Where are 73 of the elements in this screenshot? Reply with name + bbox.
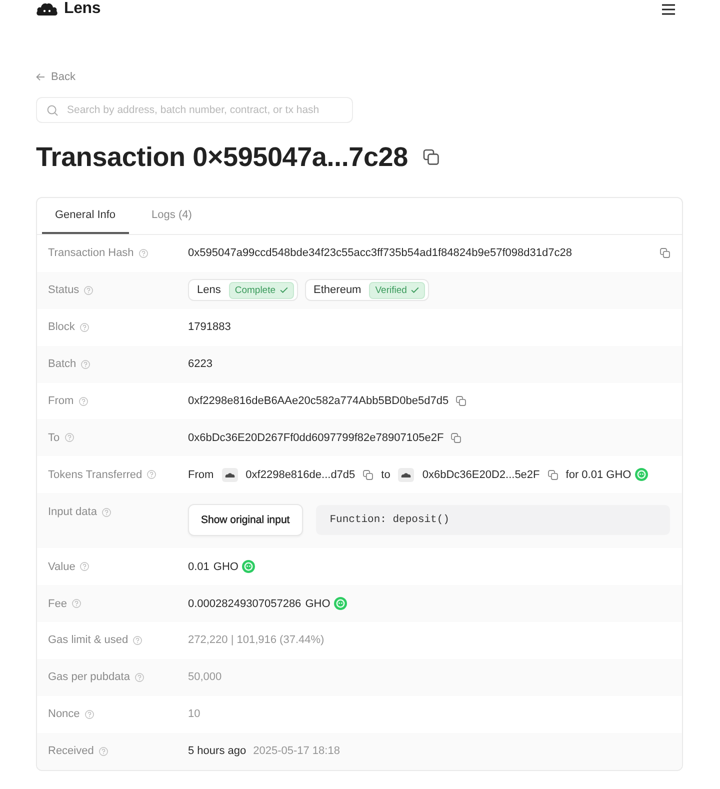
field-label: Tokens Transferred (48, 468, 142, 481)
field-label: Input data (48, 506, 97, 518)
amount-value: 0.01 (188, 560, 210, 573)
help-icon (102, 508, 111, 517)
copy-icon[interactable] (548, 470, 558, 480)
help-icon (72, 599, 81, 608)
menu-icon[interactable] (662, 4, 675, 14)
code-block: Function: deposit() (316, 505, 670, 536)
help-icon (138, 248, 148, 258)
cloud-logo-icon[interactable] (36, 2, 58, 16)
field-value: 6223 (188, 358, 212, 370)
help-icon (134, 672, 144, 682)
help-icon (80, 562, 90, 572)
help-icon (84, 286, 94, 295)
field-label: Transaction Hash (48, 247, 134, 260)
help-icon (80, 322, 89, 332)
arrow-left-icon (36, 73, 45, 81)
field-value: 1791883 (188, 321, 231, 334)
search-icon (47, 104, 58, 116)
field-label: To (48, 432, 60, 444)
address-link[interactable]: 0x6bDc36E20D267Ff0dd6097799f82e78907105e2F (188, 432, 444, 444)
status-text: Verified (375, 284, 407, 297)
coin-icon (334, 597, 348, 610)
field-label: Value (48, 560, 76, 573)
help-icon (147, 470, 156, 480)
page-title: Transaction 0×595047a...7c28 (36, 141, 408, 173)
help-icon (98, 746, 108, 756)
copy-icon[interactable] (422, 149, 439, 165)
amount-value: 0.00028249307057286 (188, 598, 302, 610)
copy-icon[interactable] (450, 432, 461, 443)
help-icon (78, 396, 88, 406)
field-label: Nonce (48, 708, 80, 720)
transfer-label: to (381, 468, 390, 481)
coin-icon (635, 468, 648, 482)
logo-wordmark[interactable]: Lens (64, 0, 101, 18)
field-value: 50,000 (188, 671, 222, 684)
token-symbol: GHO (305, 598, 330, 610)
network-name: Ethereum (314, 284, 362, 296)
timestamp: 2025-05-17 18:18 (253, 745, 340, 758)
help-icon (81, 360, 90, 369)
back-link[interactable]: Back (36, 70, 76, 84)
copy-icon[interactable] (363, 470, 374, 480)
transfer-label: From (188, 468, 214, 481)
field-label: Gas limit & used (48, 634, 128, 646)
coin-icon (242, 560, 256, 574)
cloud-avatar-icon (398, 468, 414, 482)
relative-time: 5 hours ago (188, 745, 246, 758)
field-label: Status (48, 284, 80, 296)
amount-text: for 0.01 GHO (566, 468, 632, 481)
help-icon (133, 636, 142, 645)
show-input-button[interactable]: Show original input (188, 504, 303, 536)
search-field[interactable]: Search by address, batch number, contract, or tx hash (36, 97, 353, 123)
address-link[interactable]: 0xf2298e816deB6AAe20c582a774Abb5BD0be5d7d5 (188, 395, 449, 407)
field-value: 10 (188, 708, 200, 720)
cloud-avatar-icon (222, 468, 238, 482)
field-label: From (48, 395, 74, 407)
check-icon (280, 287, 288, 294)
copy-icon[interactable] (456, 396, 466, 406)
status-text: Complete (234, 284, 276, 297)
help-icon (64, 433, 74, 442)
field-label: Gas per pubdata (48, 671, 130, 684)
copy-icon[interactable] (660, 248, 670, 258)
network-name: Lens (197, 284, 221, 296)
token-symbol: GHO (213, 560, 238, 573)
hash-value: 0x595047a99ccd548bde34f23c55acc3ff735b54ad1f84824b9e57f098d31d7c28 (188, 247, 572, 260)
address-link[interactable]: 0x6bDc36E20D2...5e2F (422, 468, 540, 481)
help-icon (84, 710, 94, 719)
field-label: Received (48, 745, 94, 758)
field-label: Batch (48, 358, 76, 370)
check-icon (410, 287, 419, 294)
field-label: Block (48, 321, 75, 334)
address-link[interactable]: 0xf2298e816de...d7d5 (246, 468, 356, 481)
field-label: Fee (48, 598, 67, 610)
